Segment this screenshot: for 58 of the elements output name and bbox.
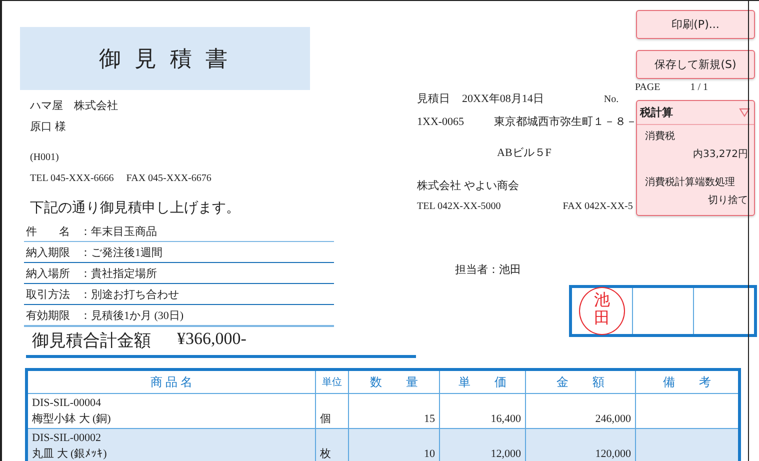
term-label: 納入場所	[26, 266, 71, 280]
panel-title: 税計算	[640, 105, 673, 120]
item-code: DIS-SIL-00002	[32, 431, 102, 446]
item-amount: 246,000	[595, 413, 631, 425]
item-unit: 枚	[320, 448, 331, 460]
item-unit: 個	[320, 413, 331, 425]
term-value: ：ご発注後1週間	[80, 246, 162, 260]
customer-name: ハマ屋 株式会社	[29, 99, 119, 113]
document-title: 御 見 積 書	[20, 27, 310, 90]
term-value: ：別途お打ち合わせ	[80, 288, 179, 302]
item-price: 12,000	[490, 448, 521, 460]
item-price: 16,400	[490, 413, 521, 425]
issuer-phone: TEL 042X-XX-5000	[417, 201, 501, 212]
column-header: 金 額	[526, 371, 636, 394]
rounding-label: 消費税計算端数処理	[645, 176, 736, 189]
column-header: 商 品 名	[28, 371, 316, 394]
item-name: 梅型小鉢 大 (銅)	[32, 412, 112, 427]
issuer-name: 株式会社 やよい商会	[417, 178, 519, 193]
item-code: DIS-SIL-00004	[32, 396, 102, 411]
name-seal: 池田	[579, 287, 625, 335]
column-header: 数 量	[348, 371, 440, 394]
total-amount: ¥366,000-	[177, 329, 246, 350]
term-label: 件 名	[26, 224, 71, 238]
issuer-address: 東京都城西市弥生町１－８－	[494, 114, 638, 129]
customer-phone: TEL 045-XXX-6666 FAX 045-XXX-6676	[29, 172, 212, 185]
item-quantity: 10	[424, 448, 435, 460]
item-quantity: 15	[424, 413, 435, 425]
term-value: ：見積後1か月 (30日)	[80, 308, 184, 322]
tax-label: 消費税	[645, 130, 676, 143]
term-value: ：年末目玉商品	[80, 224, 157, 238]
greeting-text: 下記の通り御見積申し上げます。	[29, 200, 241, 217]
column-header: 単 価	[440, 371, 526, 394]
customer-contact: 原口 様	[29, 120, 67, 134]
person-in-charge: 担当者：池田	[455, 263, 522, 277]
customer-code: (H001)	[29, 152, 60, 163]
postal-code: 1XX-0065	[417, 116, 464, 128]
item-name: 丸皿 大 (銀ﾒｯｷ)	[32, 447, 108, 461]
page-number: 1 / 1	[690, 82, 708, 93]
issuer-fax: FAX 042X-XX-5	[562, 201, 633, 212]
term-label: 納入期限	[26, 246, 71, 260]
rounding-method: 切り捨て	[707, 194, 748, 207]
term-label: 取引方法	[26, 288, 71, 302]
term-label: 有効期限	[26, 308, 71, 322]
building-name: ABビル５F	[497, 146, 552, 160]
toolbar-button[interactable]: 印刷(P)...	[636, 10, 755, 39]
collapse-icon[interactable]	[739, 108, 750, 117]
toolbar-button[interactable]: 保存して新規(S)	[636, 50, 755, 79]
page-label: PAGE	[635, 82, 660, 93]
total-label: 御見積合計金額	[32, 330, 151, 352]
quote-date: 20XX年08月14日	[462, 92, 544, 106]
tax-amount: 内33,272円	[692, 148, 748, 161]
term-value: ：貴社指定場所	[80, 266, 157, 280]
column-header: 備 考	[636, 371, 738, 394]
item-amount: 120,000	[595, 448, 631, 460]
date-label: 見積日	[417, 92, 450, 106]
item-row[interactable]: DIS-SIL-00002 丸皿 大 (銀ﾒｯｷ) 枚 10 12,000 120,000	[28, 428, 738, 461]
number-label: No.	[604, 94, 619, 105]
column-header: 単位	[316, 371, 348, 394]
